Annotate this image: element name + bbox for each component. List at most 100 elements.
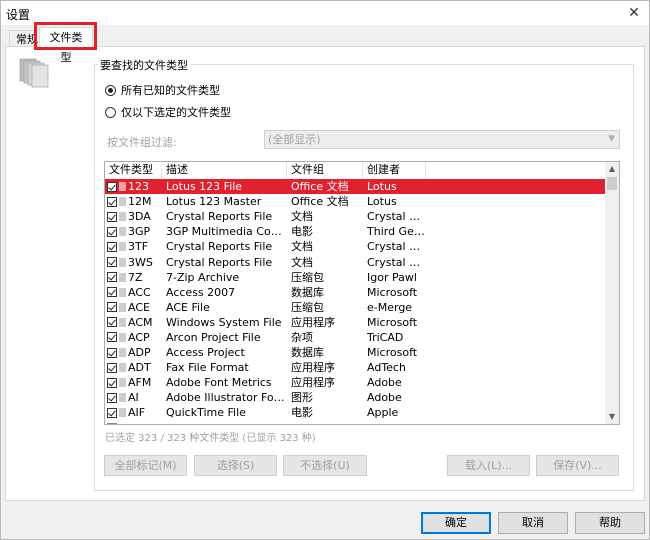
table-row[interactable]: ACC Access 2007 数据库 Microsoft xyxy=(105,285,605,300)
row-type-cell: ADP xyxy=(105,345,162,360)
deselect-button[interactable]: 不选择(U) xyxy=(283,455,367,476)
load-button[interactable]: 载入(L)... xyxy=(447,455,530,476)
row-checkbox[interactable] xyxy=(107,257,117,268)
table-row[interactable]: ADP Access Project 数据库 Microsoft xyxy=(105,345,605,360)
column-header-creator[interactable]: 创建者 xyxy=(363,162,426,178)
chevron-down-icon: ▼ xyxy=(608,134,615,144)
radio-selected-types[interactable]: 仅以下选定的文件类型 xyxy=(105,104,231,120)
table-row[interactable]: 3DA Crystal Reports File 文档 Crystal De... xyxy=(105,209,605,224)
row-type-cell: ACE xyxy=(105,300,162,315)
scroll-up-icon[interactable]: ▲ xyxy=(605,162,619,176)
file-type-icon xyxy=(119,227,126,237)
row-creator: Adobe xyxy=(367,376,402,390)
row-checkbox[interactable] xyxy=(107,272,117,283)
row-checkbox[interactable] xyxy=(107,181,117,192)
row-checkbox[interactable] xyxy=(107,407,117,418)
file-type-icon xyxy=(119,257,126,267)
row-checkbox[interactable] xyxy=(107,377,117,388)
vertical-scrollbar[interactable]: ▲ ▼ xyxy=(605,162,619,424)
row-checkbox[interactable] xyxy=(107,392,117,403)
row-extension: ACM xyxy=(128,315,153,329)
row-creator: Lotus xyxy=(367,180,397,194)
row-type-cell: ACC xyxy=(105,285,162,300)
table-row[interactable]: ACM Windows System File 应用程序 Microsoft xyxy=(105,315,605,330)
row-creator: Igor Pawl xyxy=(367,270,417,284)
row-extension: ACE xyxy=(128,300,150,314)
list-rows: 123 Lotus 123 File Office 文档 Lotus 12M Lotus … xyxy=(105,179,605,424)
row-group xyxy=(287,421,363,424)
column-header-description[interactable]: 描述 xyxy=(162,162,287,178)
row-creator: Microsoft xyxy=(367,315,418,329)
radio-button[interactable] xyxy=(105,84,116,96)
table-row[interactable]: AIF QuickTime File 电影 Apple xyxy=(105,405,605,420)
file-type-icon xyxy=(119,348,126,358)
row-checkbox[interactable] xyxy=(107,332,117,343)
tab-file-types[interactable]: 文件类型 xyxy=(39,27,93,64)
row-creator: Microsoft xyxy=(367,346,418,360)
row-checkbox[interactable] xyxy=(107,211,117,222)
table-row[interactable]: AIM Sound File Format xyxy=(105,421,605,424)
row-type-cell: ACM xyxy=(105,315,162,330)
row-checkbox[interactable] xyxy=(107,241,117,252)
row-checkbox[interactable] xyxy=(107,287,117,298)
table-row[interactable]: 3WS Crystal Reports File 文档 Crystal De... xyxy=(105,254,605,269)
table-row[interactable]: AI Adobe Illustrator Format 图形 Adobe xyxy=(105,390,605,405)
table-row[interactable]: AFM Adobe Font Metrics 应用程序 Adobe xyxy=(105,375,605,390)
ok-button[interactable]: 确定 xyxy=(421,512,491,534)
column-header-type[interactable]: 文件类型 xyxy=(105,162,162,178)
row-extension: ADP xyxy=(128,346,151,360)
file-type-icon xyxy=(119,272,126,282)
row-checkbox[interactable] xyxy=(107,317,117,328)
window-title: 设置 xyxy=(6,8,31,22)
row-type-cell: AFM xyxy=(105,375,162,390)
row-checkbox[interactable] xyxy=(107,347,117,358)
column-header-group[interactable]: 文件组 xyxy=(287,162,363,178)
selection-status: 已选定 323 / 323 种文件类型 (已显示 323 种) xyxy=(105,433,316,444)
row-type-cell: ACP xyxy=(105,330,162,345)
row-group: 文档 xyxy=(291,210,313,224)
row-description: Crystal Reports File xyxy=(166,255,273,269)
row-type-cell: AIM xyxy=(105,421,162,424)
row-extension: 3WS xyxy=(128,255,153,269)
mark-all-button[interactable]: 全部标记(M) xyxy=(104,455,187,476)
row-description: 3GP Multimedia Contain... xyxy=(166,225,287,239)
row-group: Office 文档 xyxy=(291,195,349,209)
file-type-icon xyxy=(119,302,126,312)
table-row[interactable]: ACP Arcon Project File 杂项 TriCAD xyxy=(105,330,605,345)
row-extension: 12M xyxy=(128,195,152,209)
cancel-button[interactable]: 取消 xyxy=(498,512,568,534)
select-button[interactable]: 选择(S) xyxy=(194,455,277,476)
row-extension: ACP xyxy=(128,330,150,344)
close-icon[interactable]: ✕ xyxy=(619,1,649,25)
file-types-list[interactable]: 文件类型 描述 文件组 创建者 123 Lotus 123 File Office … xyxy=(104,161,620,425)
radio-all-label: 所有已知的文件类型 xyxy=(121,84,220,97)
row-group: 压缩包 xyxy=(291,270,324,284)
radio-all-known-types[interactable]: 所有已知的文件类型 xyxy=(105,82,220,98)
radio-selected-label: 仅以下选定的文件类型 xyxy=(121,106,231,119)
table-row[interactable]: ACE ACE File 压缩包 e-Merge xyxy=(105,300,605,315)
filter-group-select[interactable]: (全部显示) ▼ xyxy=(264,130,620,149)
row-checkbox[interactable] xyxy=(107,302,117,313)
row-checkbox[interactable] xyxy=(107,226,117,237)
row-description: Lotus 123 File xyxy=(166,180,243,194)
table-row[interactable]: 3GP 3GP Multimedia Contain... 电影 Third Gen.… xyxy=(105,224,605,239)
row-checkbox[interactable] xyxy=(107,362,117,373)
table-row[interactable]: 3TF Crystal Reports File 文档 Crystal De... xyxy=(105,239,605,254)
scroll-down-icon[interactable]: ▼ xyxy=(605,410,619,424)
row-checkbox[interactable] xyxy=(107,423,117,424)
row-checkbox[interactable] xyxy=(107,196,117,207)
table-row[interactable]: 12M Lotus 123 Master Office 文档 Lotus xyxy=(105,194,605,209)
save-button[interactable]: 保存(V)... xyxy=(536,455,619,476)
scrollbar-thumb[interactable] xyxy=(607,177,617,190)
file-type-icon xyxy=(119,332,126,342)
file-type-icon xyxy=(119,197,126,207)
table-row[interactable]: 123 Lotus 123 File Office 文档 Lotus xyxy=(105,179,605,195)
row-type-cell: 3WS xyxy=(105,255,162,270)
row-description: Sound File Format xyxy=(162,421,287,424)
table-row[interactable]: 7Z 7-Zip Archive 压缩包 Igor Pawl xyxy=(105,270,605,285)
row-type-cell: 3DA xyxy=(105,209,162,224)
table-row[interactable]: ADT Fax File Format 应用程序 AdTech xyxy=(105,360,605,375)
radio-button[interactable] xyxy=(105,106,116,118)
help-button[interactable]: 帮助 xyxy=(575,512,645,534)
row-creator: AdTech xyxy=(367,361,406,375)
